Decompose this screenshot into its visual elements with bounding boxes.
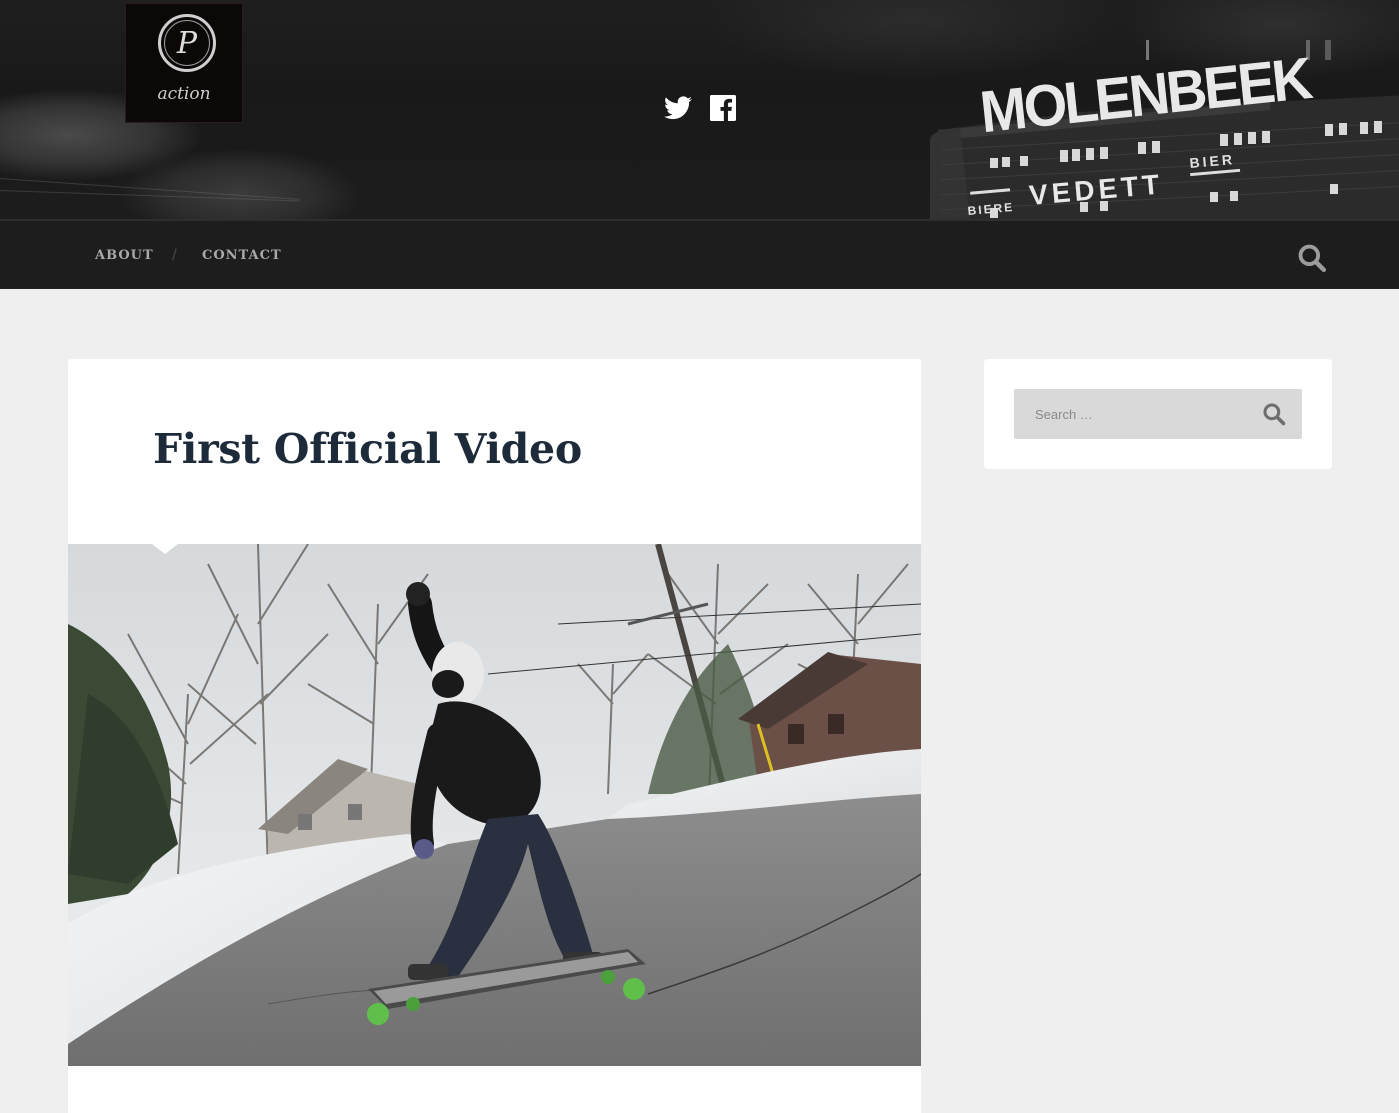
post-card: First Official Video [68, 359, 921, 1113]
search-toggle-icon[interactable] [1297, 243, 1327, 273]
facebook-icon[interactable] [710, 95, 736, 125]
logo-monogram: P [164, 20, 210, 66]
social-links [664, 95, 736, 125]
search-form [1014, 389, 1302, 439]
header-building-image: MOLENBEEK VEDETT BIERE BIER [930, 40, 1399, 219]
nav-item-about[interactable]: ABOUT [95, 248, 154, 263]
logo-monogram-ring: P [158, 14, 216, 72]
site-header: P action MOLENBEEK VEDETT BIERE BIER [0, 0, 1399, 219]
featured-image[interactable] [68, 544, 921, 1066]
search-input[interactable] [1014, 389, 1244, 439]
featured-image-notch [152, 544, 178, 554]
site-logo[interactable]: P action [125, 3, 243, 123]
main-nav: ABOUT / CONTACT [0, 219, 1399, 289]
nav-item-contact[interactable]: CONTACT [202, 248, 282, 263]
search-submit-icon[interactable] [1262, 402, 1286, 426]
post-title[interactable]: First Official Video [153, 425, 582, 473]
nav-separator: / [172, 247, 177, 263]
logo-text: action [157, 84, 211, 104]
twitter-icon[interactable] [664, 96, 692, 124]
search-widget [984, 359, 1332, 469]
